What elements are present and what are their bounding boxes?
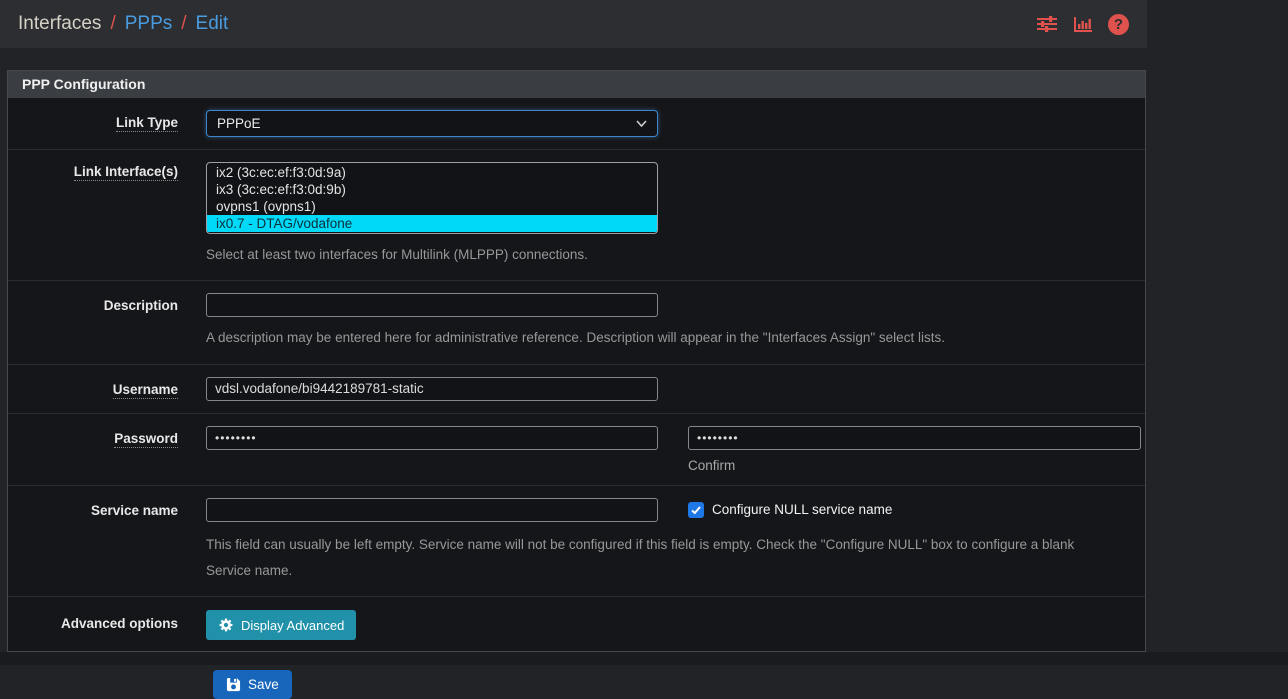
configure-null-checkbox[interactable]: [688, 502, 704, 518]
breadcrumb-link-edit[interactable]: Edit: [196, 13, 229, 35]
form-row-link-type: Link Type PPPoE: [8, 98, 1145, 149]
floppy-save-icon: [226, 677, 241, 692]
link-type-label: Link Type: [8, 98, 198, 149]
save-button-label: Save: [248, 677, 279, 692]
gear-icon: [218, 617, 234, 633]
description-help: A description may be entered here for ad…: [206, 325, 1111, 351]
password-confirm-label: Confirm: [688, 458, 1141, 473]
link-type-select[interactable]: PPPoE: [206, 110, 658, 137]
navbar-icons: ?: [1036, 14, 1129, 35]
form-row-password: Password Confirm: [8, 413, 1145, 485]
top-navbar: Interfaces / PPPs / Edit: [0, 0, 1147, 48]
service-name-label: Service name: [8, 486, 198, 597]
link-type-selected-value: PPPoE: [217, 116, 261, 131]
chevron-down-icon: [636, 120, 647, 127]
form-row-advanced-options: Advanced options: [8, 596, 1145, 651]
link-interfaces-label: Link Interface(s): [8, 150, 198, 280]
save-button[interactable]: Save: [213, 670, 292, 699]
content-column: Interfaces / PPPs / Edit: [0, 0, 1147, 699]
listbox-option-selected[interactable]: ix0.7 - DTAG/vodafone: [207, 215, 657, 232]
advanced-options-label: Advanced options: [8, 597, 198, 651]
link-interfaces-help: Select at least two interfaces for Multi…: [206, 242, 1111, 268]
form-row-description: Description A description may be entered…: [8, 280, 1145, 363]
display-advanced-button-label: Display Advanced: [241, 618, 344, 633]
footer-strip: [0, 652, 1288, 665]
breadcrumb-link-ppps[interactable]: PPPs: [125, 13, 173, 35]
bar-chart-icon[interactable]: [1073, 16, 1093, 33]
username-label: Username: [8, 365, 198, 413]
breadcrumb-section: Interfaces: [18, 13, 101, 35]
configure-null-checkbox-label[interactable]: Configure NULL service name: [712, 502, 892, 517]
form-row-service-name: Service name Configure NULL service name…: [8, 485, 1145, 597]
listbox-option[interactable]: ix2 (3c:ec:ef:f3:0d:9a): [207, 164, 657, 181]
form-actions: Save: [213, 670, 1147, 699]
listbox-option[interactable]: ix3 (3c:ec:ef:f3:0d:9b): [207, 181, 657, 198]
breadcrumb: Interfaces / PPPs / Edit: [18, 13, 228, 35]
breadcrumb-separator: /: [181, 13, 186, 35]
password-confirm-input[interactable]: [688, 426, 1141, 450]
listbox-option[interactable]: ovpns1 (ovpns1): [207, 198, 657, 215]
password-label: Password: [8, 414, 198, 485]
display-advanced-button[interactable]: Display Advanced: [206, 610, 356, 640]
description-label: Description: [8, 281, 198, 363]
service-name-help: This field can usually be left empty. Se…: [206, 532, 1111, 585]
form-row-link-interfaces: Link Interface(s) ix2 (3c:ec:ef:f3:0d:9a…: [8, 149, 1145, 280]
link-interfaces-listbox[interactable]: ix2 (3c:ec:ef:f3:0d:9a) ix3 (3c:ec:ef:f3…: [206, 162, 658, 234]
ppp-configuration-panel: PPP Configuration Link Type PPPoE Link I…: [7, 70, 1146, 652]
help-icon[interactable]: ?: [1108, 14, 1129, 35]
password-input[interactable]: [206, 426, 658, 450]
panel-title: PPP Configuration: [8, 71, 1145, 98]
service-name-input[interactable]: [206, 498, 658, 522]
breadcrumb-separator: /: [110, 13, 115, 35]
form-row-username: Username: [8, 364, 1145, 413]
sliders-icon[interactable]: [1036, 15, 1058, 33]
username-input[interactable]: [206, 377, 658, 401]
description-input[interactable]: [206, 293, 658, 317]
